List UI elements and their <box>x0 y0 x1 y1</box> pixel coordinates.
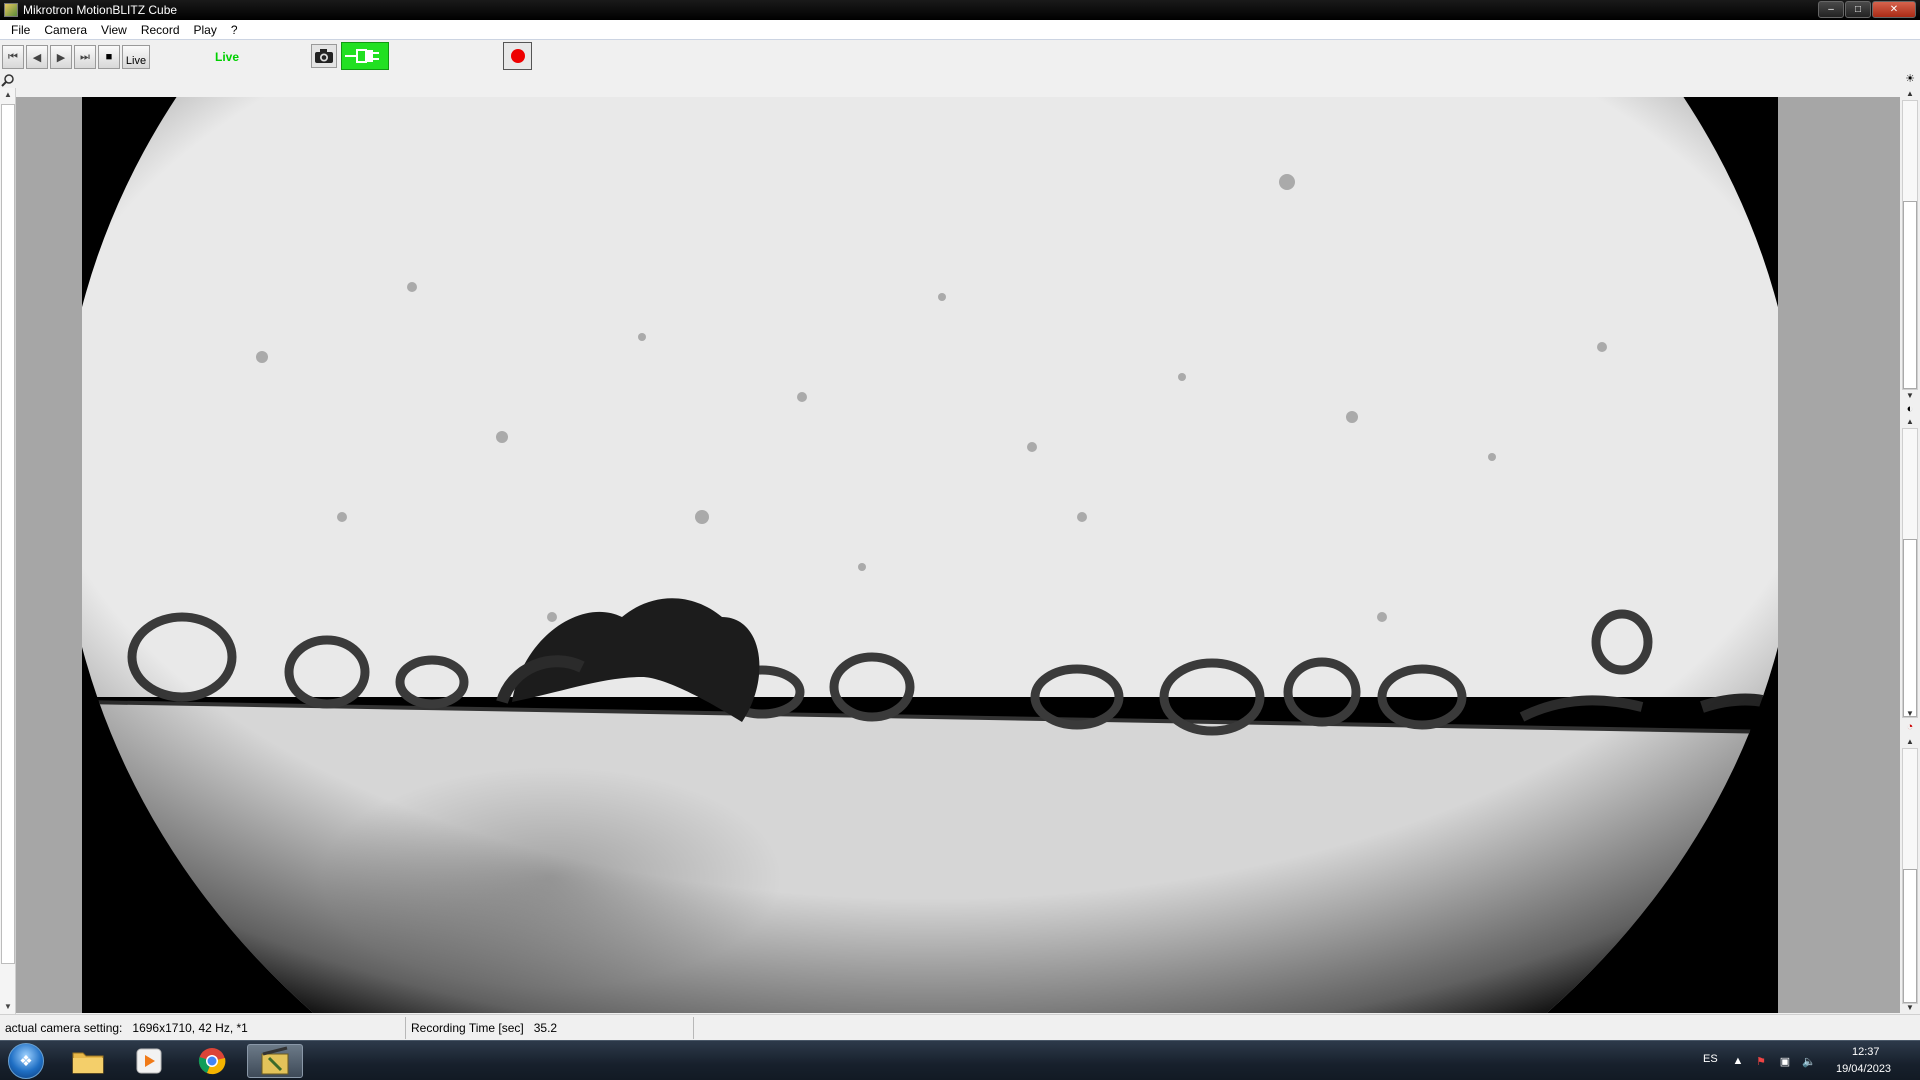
show-hidden-icons-icon[interactable]: ▲ <box>1731 1055 1745 1069</box>
motionblitz-icon <box>261 1046 289 1075</box>
recording-time-value: 35.2 <box>533 1020 558 1035</box>
plug-icon <box>345 49 379 63</box>
play-icon: ▶ <box>56 51 66 64</box>
clock-date[interactable]: 19/04/2023 <box>1836 1063 1891 1075</box>
record-button[interactable] <box>503 42 532 70</box>
taskbar-file-explorer[interactable] <box>64 1044 112 1078</box>
step-forward-icon: ⏭ <box>80 50 90 63</box>
file-explorer-icon <box>72 1052 104 1074</box>
close-button[interactable]: ✕ <box>1872 1 1916 18</box>
step-back-icon: ◀ <box>32 51 42 64</box>
maximize-button[interactable]: □ <box>1845 1 1871 18</box>
menu-help[interactable]: ? <box>224 23 245 37</box>
scroll-down-arrow-icon[interactable]: ▼ <box>0 1000 16 1014</box>
taskbar-media-player[interactable] <box>125 1044 173 1078</box>
camera-connection-button[interactable] <box>341 42 389 70</box>
stop-button[interactable]: ■ <box>98 45 120 69</box>
chrome-icon <box>198 1048 226 1075</box>
step-forward-button[interactable]: ⏭ <box>74 45 96 69</box>
toolbar: ⏮ ◀ ▶ ⏭ ■ Live <box>0 40 1920 72</box>
gamma-scrollbar[interactable] <box>1902 748 1918 1004</box>
menu-record[interactable]: Record <box>134 23 187 37</box>
media-player-icon <box>136 1048 162 1074</box>
brightness-down-arrow-icon[interactable]: ▼ <box>1902 390 1918 402</box>
brightness-icon[interactable]: ☀ <box>1903 72 1917 86</box>
camera-icon <box>315 49 333 63</box>
live-status-indicator: Live <box>215 50 240 64</box>
minimize-button[interactable]: – <box>1818 1 1844 18</box>
recording-time-pane: Recording Time [sec] 35.2 <box>406 1016 694 1039</box>
camera-image-render <box>82 97 1778 1013</box>
scroll-up-arrow-icon[interactable]: ▲ <box>0 88 16 102</box>
contrast-scrollbar[interactable] <box>1902 428 1918 718</box>
camera-setting-value: 1696x1710, 42 Hz, *1 <box>132 1020 248 1035</box>
menu-play[interactable]: Play <box>187 23 224 37</box>
volume-icon[interactable]: 🔈 <box>1802 1055 1816 1069</box>
scrollbar-thumb[interactable] <box>1 104 15 964</box>
right-control-strip: ☀ ▲ ▼ ◐ ▲ ▼ ◔ ▲ ▼ <box>1900 72 1920 1014</box>
gamma-up-arrow-icon[interactable]: ▲ <box>1902 736 1918 748</box>
gamma-icon[interactable]: ◔ <box>1903 720 1917 734</box>
camera-live-image[interactable] <box>82 97 1778 1013</box>
brightness-thumb[interactable] <box>1903 201 1917 389</box>
menu-file[interactable]: File <box>4 23 37 37</box>
camera-setting-pane: actual camera setting: 1696x1710, 42 Hz,… <box>0 1016 406 1039</box>
status-empty-pane <box>694 1017 1920 1039</box>
title-bar: Mikrotron MotionBLITZ Cube – □ ✕ <box>0 0 1920 20</box>
contrast-thumb[interactable] <box>1903 539 1917 717</box>
record-icon <box>510 49 525 63</box>
skip-to-start-button[interactable]: ⏮ <box>2 45 24 69</box>
taskbar-chrome[interactable] <box>188 1044 236 1078</box>
contrast-down-arrow-icon[interactable]: ▼ <box>1902 708 1918 720</box>
contrast-up-arrow-icon[interactable]: ▲ <box>1902 416 1918 428</box>
gamma-thumb[interactable] <box>1903 869 1917 1003</box>
brightness-up-arrow-icon[interactable]: ▲ <box>1902 88 1918 100</box>
start-button[interactable]: ❖ <box>8 1043 44 1079</box>
status-bar: actual camera setting: 1696x1710, 42 Hz,… <box>0 1014 1920 1040</box>
menu-bar: File Camera View Record Play ? <box>0 20 1920 40</box>
camera-setting-label: actual camera setting: <box>5 1020 123 1035</box>
recording-time-label: Recording Time [sec] <box>411 1020 524 1035</box>
language-indicator[interactable]: ES <box>1703 1053 1718 1065</box>
action-center-flag-icon[interactable]: ⚑ <box>1754 1055 1768 1069</box>
gamma-down-arrow-icon[interactable]: ▼ <box>1902 1002 1918 1014</box>
snapshot-button[interactable] <box>311 44 337 68</box>
brightness-scrollbar[interactable] <box>1902 100 1918 390</box>
stop-icon: ■ <box>105 51 113 63</box>
menu-view[interactable]: View <box>94 23 134 37</box>
taskbar: ❖ ES ▲ ⚑ ▣ 🔈 12:37 19/04/2023 <box>0 1040 1920 1080</box>
window-title: Mikrotron MotionBLITZ Cube <box>23 3 178 17</box>
play-button[interactable]: ▶ <box>50 45 72 69</box>
windows-logo-icon: ❖ <box>19 1053 33 1070</box>
zoom-icon[interactable] <box>1 73 15 87</box>
window-controls: – □ ✕ <box>1818 1 1916 18</box>
live-button[interactable]: Live <box>122 45 150 69</box>
taskbar-motionblitz[interactable] <box>247 1044 303 1078</box>
contrast-icon[interactable]: ◐ <box>1903 402 1917 416</box>
left-vertical-scrollbar[interactable]: ▲ ▼ <box>0 88 16 1014</box>
menu-camera[interactable]: Camera <box>37 23 94 37</box>
skip-to-start-icon: ⏮ <box>8 50 18 63</box>
network-icon[interactable]: ▣ <box>1778 1055 1792 1069</box>
app-icon <box>4 3 18 17</box>
step-back-button[interactable]: ◀ <box>26 45 48 69</box>
clock-time[interactable]: 12:37 <box>1852 1046 1880 1058</box>
